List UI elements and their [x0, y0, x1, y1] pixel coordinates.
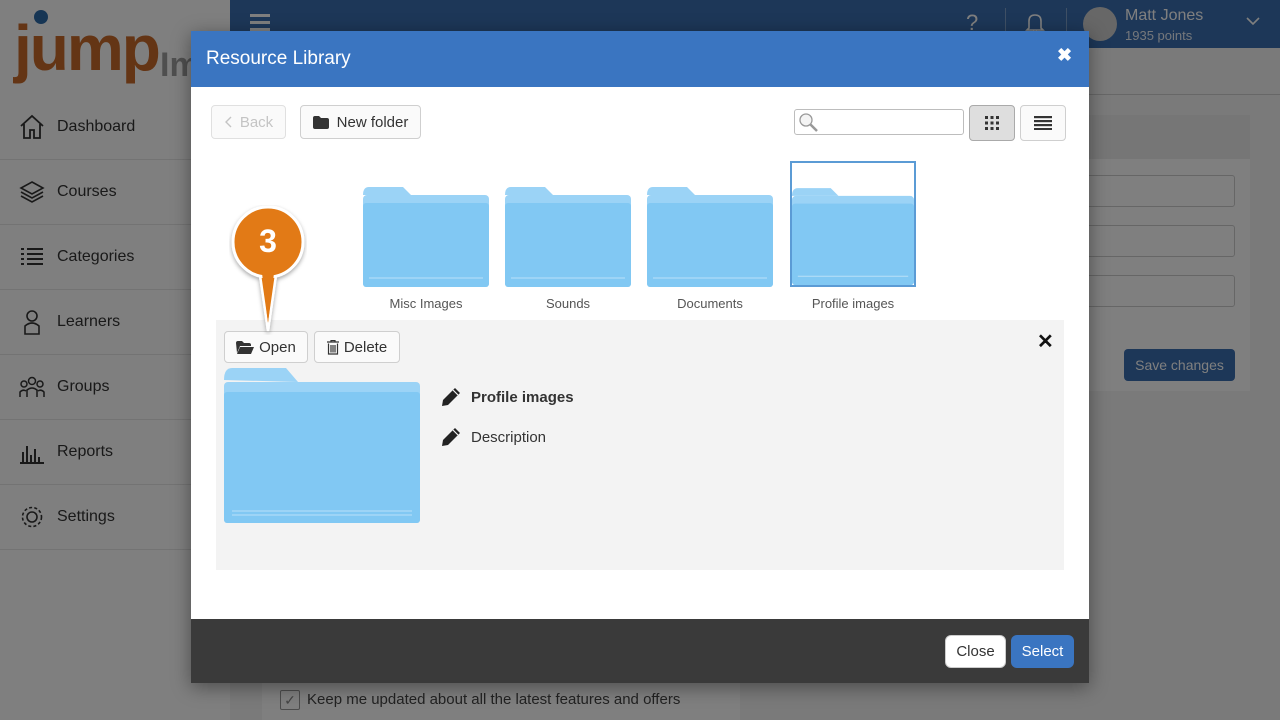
pencil-icon	[442, 388, 460, 406]
list-view-button[interactable]	[1020, 105, 1066, 141]
search-icon	[799, 113, 818, 132]
folder-name: Profile images	[471, 388, 574, 406]
folder-label: Sounds	[545, 296, 591, 311]
folder-icon	[312, 115, 329, 129]
folder-tile-selected[interactable]	[790, 161, 916, 287]
open-button-label: Open	[259, 338, 296, 356]
modal-footer: Close Select	[191, 619, 1089, 683]
step-callout: 3	[229, 205, 307, 335]
grid-icon	[985, 116, 999, 130]
pencil-icon	[442, 428, 460, 446]
delete-button[interactable]: Delete	[314, 331, 400, 363]
folder-description: Description	[471, 428, 547, 446]
trash-icon	[326, 339, 339, 355]
folder-detail-panel: Open Delete ✕ Profile images Description	[216, 320, 1064, 570]
folder-label: Misc Images	[389, 296, 463, 311]
delete-button-label: Delete	[343, 338, 388, 356]
close-button[interactable]: Close	[945, 635, 1006, 668]
resource-library-modal: Resource Library ✖ Back New folder Misc …	[191, 31, 1089, 683]
new-folder-button[interactable]: New folder	[300, 105, 421, 139]
folder-description-row[interactable]: Description	[441, 427, 546, 447]
new-folder-label: New folder	[336, 113, 409, 131]
folder-tile[interactable]	[363, 161, 489, 287]
folder-preview-icon	[224, 368, 420, 523]
modal-header: Resource Library ✖	[191, 31, 1089, 87]
folder-icon	[647, 187, 773, 287]
back-button[interactable]: Back	[211, 105, 286, 139]
modal-close-icon[interactable]: ✖	[1057, 45, 1072, 66]
folder-icon	[363, 187, 489, 287]
folder-icon	[792, 188, 914, 285]
list-icon	[1034, 116, 1052, 130]
open-button[interactable]: Open	[224, 331, 308, 363]
folder-label: Profile images	[811, 296, 895, 311]
select-button[interactable]: Select	[1011, 635, 1074, 668]
folder-name-row[interactable]: Profile images	[441, 387, 574, 407]
folder-tile[interactable]	[647, 161, 773, 287]
folder-tile[interactable]	[505, 161, 631, 287]
step-number: 3	[259, 223, 277, 259]
search-input[interactable]	[794, 109, 964, 135]
folder-icon	[505, 187, 631, 287]
modal-title: Resource Library	[206, 48, 351, 69]
folder-label: Documents	[677, 296, 743, 311]
chevron-left-icon	[224, 116, 232, 128]
back-button-label: Back	[239, 113, 274, 131]
close-detail-icon[interactable]: ✕	[1037, 329, 1054, 354]
grid-view-button[interactable]	[969, 105, 1015, 141]
folder-open-icon	[236, 340, 255, 354]
